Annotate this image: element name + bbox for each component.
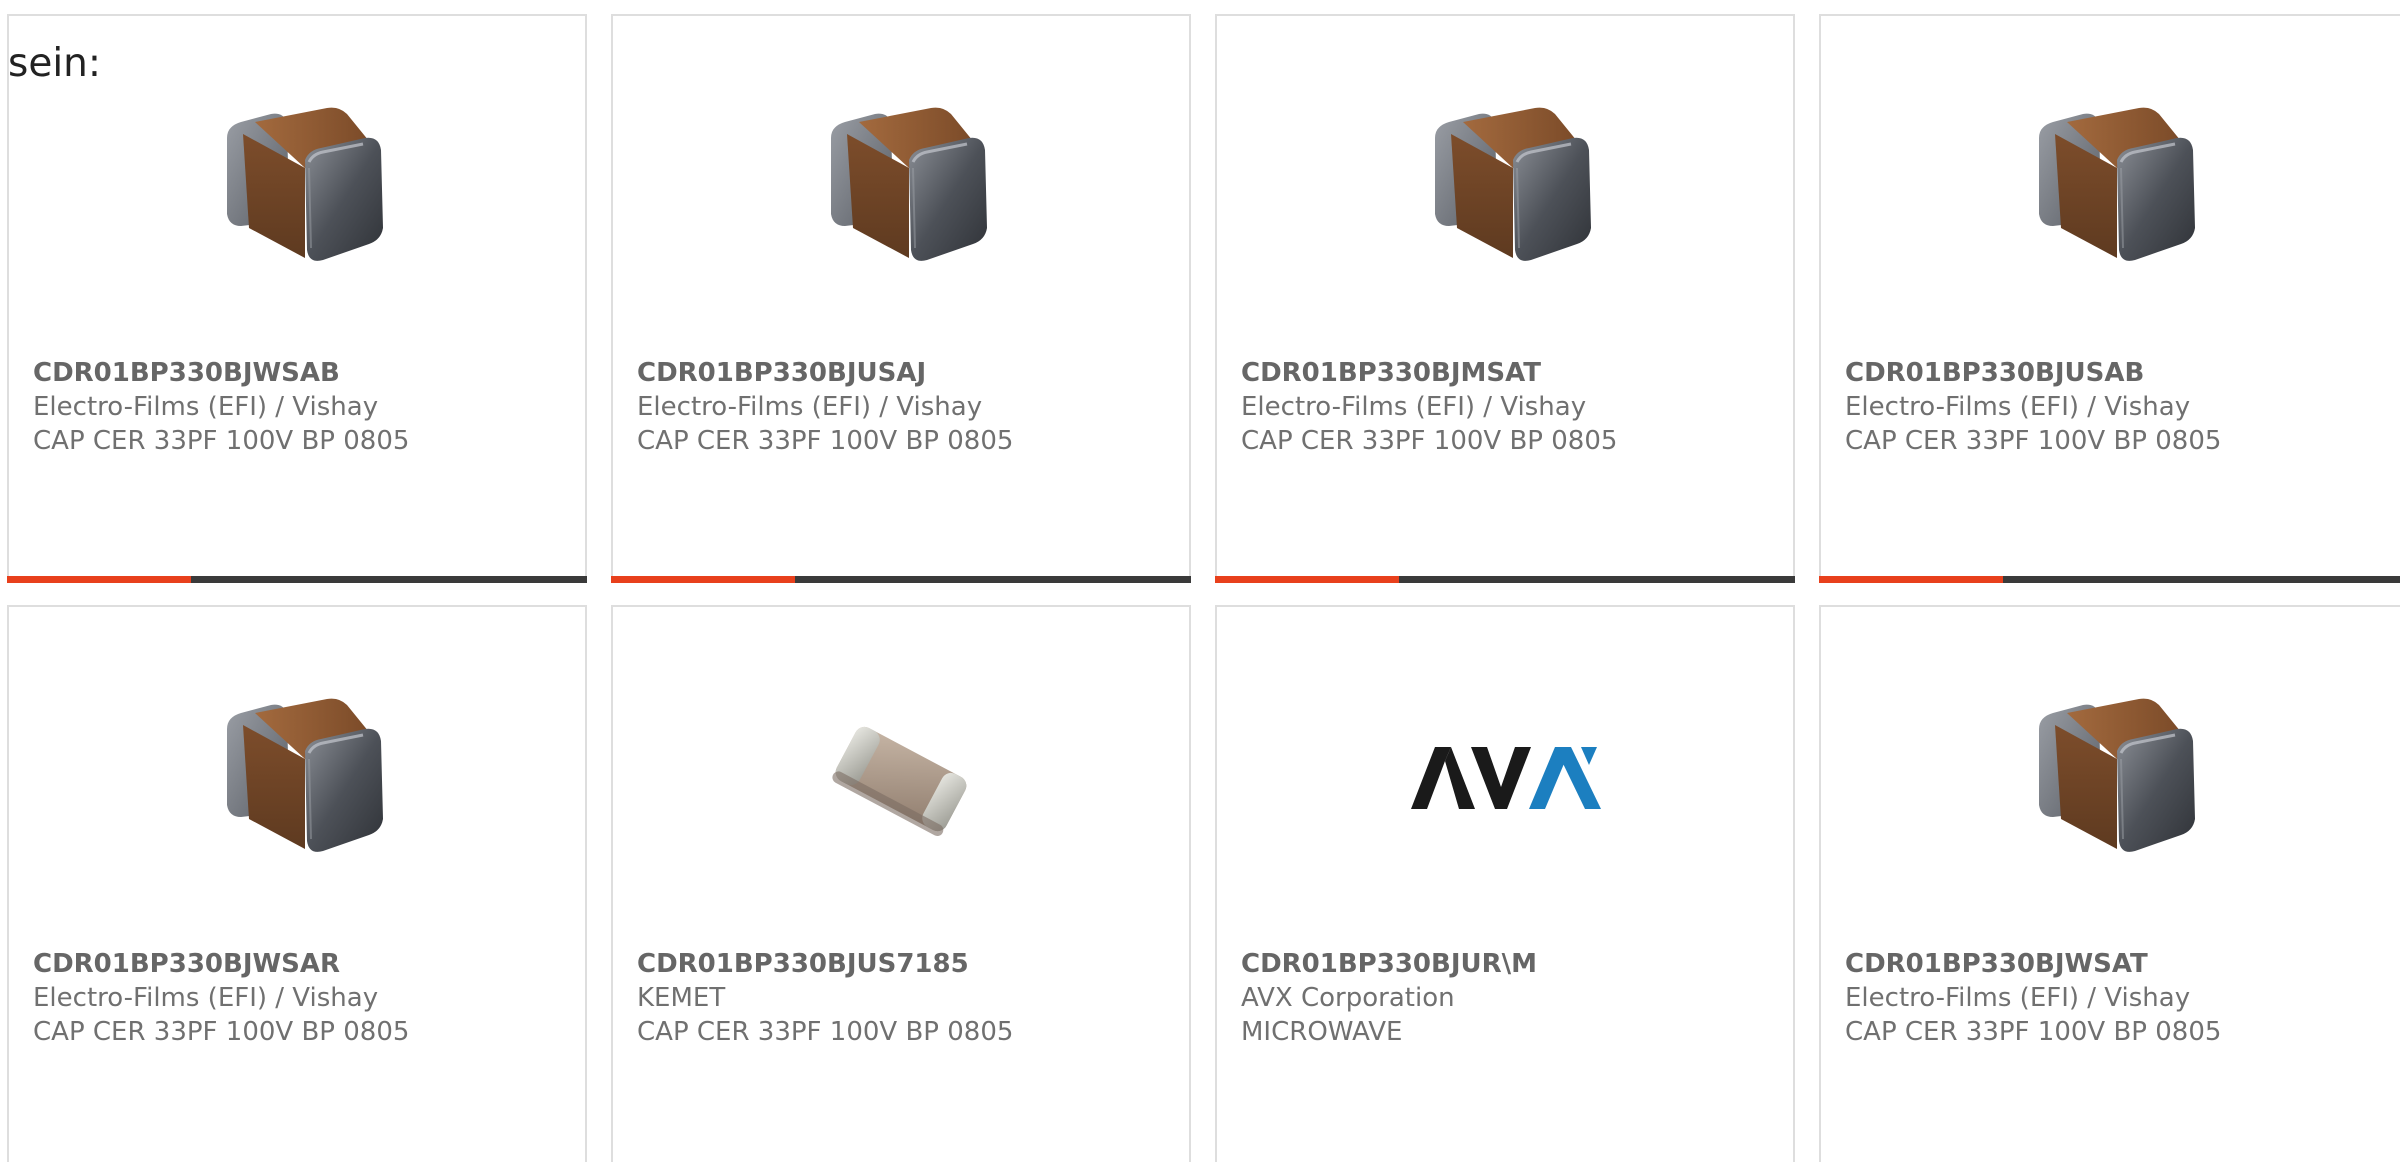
manufacturer: Electro-Films (EFI) / Vishay [1241,392,1587,422]
manufacturer: AVX Corporation [1241,983,1455,1013]
description: CAP CER 33PF 100V BP 0805 [33,426,410,456]
product-card[interactable]: CDR01BP330BJWSAR Electro-Films (EFI) / V… [7,605,587,1162]
product-card[interactable]: CDR01BP330BJUR\M AVX Corporation MICROWA… [1215,605,1795,1162]
card-accent-bar [7,576,191,583]
part-number-link[interactable]: CDR01BP330BJWSAT [1845,947,2393,981]
product-card[interactable]: CDR01BP330BJUSAB Electro-Films (EFI) / V… [1819,14,2400,583]
card-bottom-bar [611,576,1191,583]
product-info: CDR01BP330BJUR\M AVX Corporation MICROWA… [1241,947,1773,1049]
product-info: CDR01BP330BJWSAT Electro-Films (EFI) / V… [1845,947,2393,1049]
manufacturer: Electro-Films (EFI) / Vishay [33,983,379,1013]
manufacturer: Electro-Films (EFI) / Vishay [1845,392,2191,422]
manufacturer: Electro-Films (EFI) / Vishay [637,392,983,422]
product-card[interactable]: CDR01BP330BJWSAB Electro-Films (EFI) / V… [7,14,587,583]
product-info: CDR01BP330BJWSAB Electro-Films (EFI) / V… [33,356,565,458]
part-number-link[interactable]: CDR01BP330BJWSAB [33,356,565,390]
section-heading: sein: [8,41,102,86]
card-accent-bar [1819,576,2003,583]
mlcc-capacitor-image [197,88,397,288]
avx-logo [1405,679,1605,879]
manufacturer: Electro-Films (EFI) / Vishay [1845,983,2191,1013]
small-chip-capacitor-image [801,679,1001,879]
part-number-link[interactable]: CDR01BP330BJUR\M [1241,947,1773,981]
description: CAP CER 33PF 100V BP 0805 [637,426,1014,456]
part-number-link[interactable]: CDR01BP330BJUS7185 [637,947,1169,981]
manufacturer: Electro-Films (EFI) / Vishay [33,392,379,422]
avx-logo-graphic [1411,747,1601,809]
card-bottom-bar [1819,576,2400,583]
manufacturer: KEMET [637,983,726,1013]
description: CAP CER 33PF 100V BP 0805 [637,1017,1014,1047]
description: MICROWAVE [1241,1017,1403,1047]
mlcc-capacitor-image [1405,88,1605,288]
card-bottom-bar [7,576,587,583]
mlcc-capacitor-image [801,88,1001,288]
product-info: CDR01BP330BJUSAJ Electro-Films (EFI) / V… [637,356,1169,458]
product-card[interactable]: CDR01BP330BJUS7185 KEMET CAP CER 33PF 10… [611,605,1191,1162]
product-card[interactable]: CDR01BP330BJUSAJ Electro-Films (EFI) / V… [611,14,1191,583]
card-accent-bar [1215,576,1399,583]
product-card[interactable]: CDR01BP330BJMSAT Electro-Films (EFI) / V… [1215,14,1795,583]
product-info: CDR01BP330BJWSAR Electro-Films (EFI) / V… [33,947,565,1049]
description: CAP CER 33PF 100V BP 0805 [33,1017,410,1047]
card-bottom-bar [1215,576,1795,583]
mlcc-capacitor-image [197,679,397,879]
part-number-link[interactable]: CDR01BP330BJUSAB [1845,356,2393,390]
description: CAP CER 33PF 100V BP 0805 [1845,426,2222,456]
part-number-link[interactable]: CDR01BP330BJMSAT [1241,356,1773,390]
description: CAP CER 33PF 100V BP 0805 [1845,1017,2222,1047]
product-info: CDR01BP330BJMSAT Electro-Films (EFI) / V… [1241,356,1773,458]
card-accent-bar [611,576,795,583]
mlcc-capacitor-image [2009,679,2209,879]
part-number-link[interactable]: CDR01BP330BJUSAJ [637,356,1169,390]
part-number-link[interactable]: CDR01BP330BJWSAR [33,947,565,981]
mlcc-capacitor-image [2009,88,2209,288]
product-card[interactable]: CDR01BP330BJWSAT Electro-Films (EFI) / V… [1819,605,2400,1162]
product-listing-page: sein: CDR01BP330BJWSAB Electro-Films (EF… [0,0,2400,1162]
product-info: CDR01BP330BJUSAB Electro-Films (EFI) / V… [1845,356,2393,458]
product-grid: CDR01BP330BJWSAB Electro-Films (EFI) / V… [7,14,2400,1162]
product-info: CDR01BP330BJUS7185 KEMET CAP CER 33PF 10… [637,947,1169,1049]
description: CAP CER 33PF 100V BP 0805 [1241,426,1618,456]
